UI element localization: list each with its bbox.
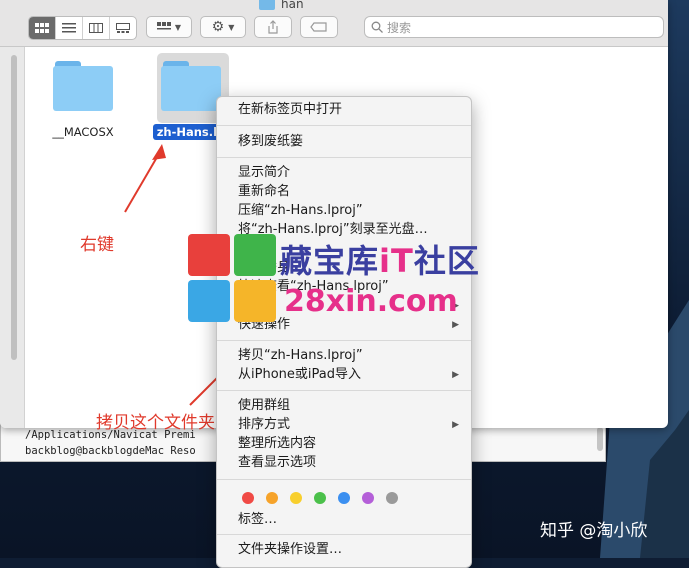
menu-separator [217,157,471,158]
search-placeholder: 搜索 [387,20,412,35]
submenu-arrow-icon: ▶ [452,420,459,430]
column-view-button[interactable] [83,17,110,39]
window-title-text: han [281,0,304,11]
tag-color-purple[interactable] [362,492,374,504]
folder-icon [53,61,113,111]
grid-icon [35,23,49,33]
tag-color-green[interactable] [314,492,326,504]
terminal-scrollbar[interactable] [597,427,603,451]
context-menu: 在新标签页中打开 移到废纸篓 显示简介 重新命名 压缩“zh-Hans.lpro… [216,96,472,568]
tag-color-red[interactable] [242,492,254,504]
view-mode-segmented[interactable] [28,16,137,40]
menu-item-view-options[interactable]: 查看显示选项 [238,454,461,472]
gear-icon: ⚙ [211,19,225,35]
menu-item-folder-actions[interactable]: 文件夹操作设置… [238,541,461,559]
menu-separator [217,125,471,126]
group-by-button[interactable]: ▼ [146,16,192,38]
sidebar [0,47,25,428]
annotation-right-click: 右键 [80,235,114,255]
tag-color-blue[interactable] [338,492,350,504]
gallery-view-button[interactable] [110,17,136,39]
folder-icon [259,0,275,10]
chevron-down-icon: ▼ [174,22,182,32]
menu-item-get-info[interactable]: 显示简介 [238,164,461,182]
watermark-char: 宝 [313,242,347,280]
finder-toolbar: han ▼ ⚙ ▼ 搜索 [0,0,668,47]
watermark-logo [188,234,278,330]
folder-icon [161,61,221,111]
list-icon [62,23,76,33]
list-view-button[interactable] [56,17,83,39]
watermark-char: iT [379,242,414,280]
tag-color-orange[interactable] [266,492,278,504]
chevron-down-icon: ▼ [228,22,235,32]
menu-item-tags[interactable]: 标签… [238,511,461,529]
menu-item-move-trash[interactable]: 移到废纸篓 [238,133,461,151]
menu-separator [217,479,471,480]
zhihu-credit: 知乎 @淘小欣 [540,521,648,541]
menu-separator [217,534,471,535]
search-icon [371,21,383,33]
menu-item-import-iphone[interactable]: 从iPhone或iPad导入 ▶ [238,366,461,384]
watermark-logo-icon [188,234,276,322]
watermark-text-cn: 藏宝库iT社区 [280,236,480,282]
menu-item-sort-by-label: 排序方式 [238,417,291,432]
group-grid-icon [156,22,171,30]
file-name: __MACOSX [52,125,114,139]
watermark-char: 库 [346,242,380,280]
menu-separator [217,390,471,391]
submenu-arrow-icon: ▶ [452,370,459,380]
sidebar-scrollbar[interactable] [11,55,17,360]
tag-color-yellow[interactable] [290,492,302,504]
menu-item-open-new-tab[interactable]: 在新标签页中打开 [238,101,461,119]
icon-view-button[interactable] [29,17,56,39]
window-title: han [259,0,304,11]
watermark-char: 藏 [280,242,314,280]
gallery-icon [116,23,130,33]
menu-item-clean-up[interactable]: 整理所选内容 [238,435,461,453]
menu-item-compress[interactable]: 压缩“zh-Hans.lproj” [238,202,461,220]
tag-icon [310,22,327,32]
share-button[interactable] [254,16,292,38]
watermark-url: 28xin.com [284,284,458,319]
menu-item-rename[interactable]: 重新命名 [238,183,461,201]
menu-item-use-groups[interactable]: 使用群组 [238,397,461,415]
menu-item-sort-by[interactable]: 排序方式 ▶ [238,416,461,434]
tag-color-gray[interactable] [386,492,398,504]
menu-item-copy[interactable]: 拷贝“zh-Hans.lproj” [238,347,461,365]
annotation-copy-folder: 拷贝这个文件夹 [96,413,215,433]
watermark-char: 社区 [413,242,480,280]
search-field[interactable]: 搜索 [364,16,664,38]
share-icon [268,20,278,34]
menu-item-import-iphone-label: 从iPhone或iPad导入 [238,367,361,382]
columns-icon [89,23,103,33]
menu-separator [217,340,471,341]
file-item[interactable]: __MACOSX [43,61,123,139]
tag-button[interactable] [300,16,338,38]
action-button[interactable]: ⚙ ▼ [200,16,246,38]
